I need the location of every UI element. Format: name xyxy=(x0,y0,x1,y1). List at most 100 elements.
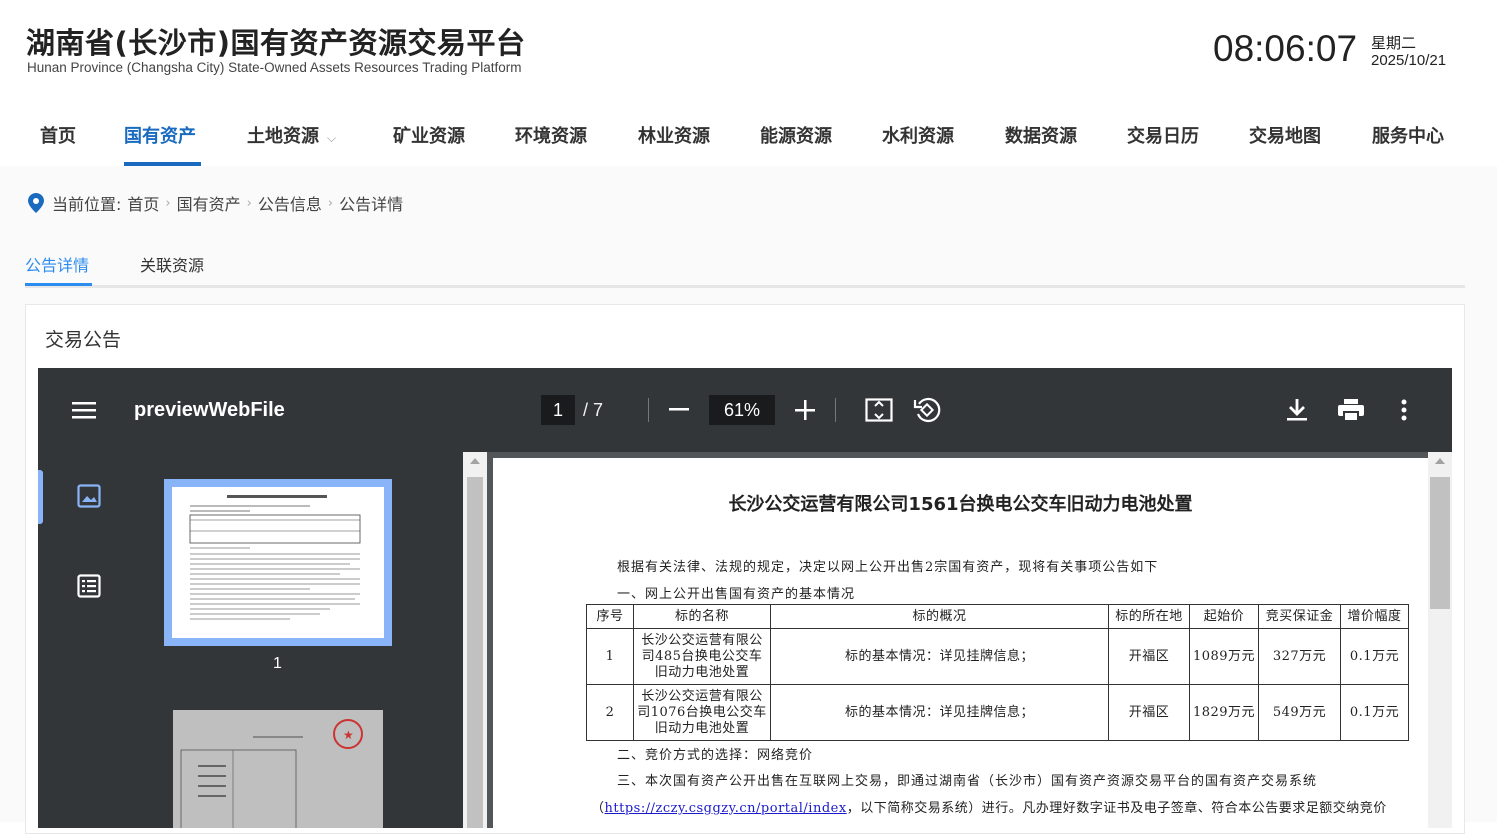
document-title: 长沙公交运营有限公司1561台换电公交车旧动力电池处置 xyxy=(728,494,1193,515)
nav-data[interactable]: 数据资源 xyxy=(1005,122,1077,148)
site-header: 湖南省(长沙市)国有资产资源交易平台 Hunan Province (Chang… xyxy=(0,0,1497,166)
sidebar-scrollbar[interactable] xyxy=(463,452,487,828)
file-name: previewWebFile xyxy=(134,399,285,421)
col-header: 增价幅度 xyxy=(1340,604,1409,629)
page-number-input[interactable]: 1 xyxy=(541,395,575,425)
col-header: 标的所在地 xyxy=(1108,604,1190,629)
cell-name: 长沙公交运营有限公司1076台换电公交车旧动力电池处置 xyxy=(633,684,771,741)
cell-index: 1 xyxy=(586,628,634,685)
cell-overview: 标的基本情况：详见挂牌信息； xyxy=(770,684,1109,741)
zoom-level-input[interactable]: 61% xyxy=(709,395,775,425)
nav-environment[interactable]: 环境资源 xyxy=(515,122,587,148)
nav-service[interactable]: 服务中心 xyxy=(1372,122,1444,148)
table-row: 2 长沙公交运营有限公司1076台换电公交车旧动力电池处置 标的基本情况：详见挂… xyxy=(586,684,1409,741)
doc-text: （ xyxy=(591,801,605,816)
cell-start-price: 1829万元 xyxy=(1189,684,1259,741)
cell-increment: 0.1万元 xyxy=(1340,628,1409,685)
cell-start-price: 1089万元 xyxy=(1189,628,1259,685)
card-title: 交易公告 xyxy=(45,329,122,351)
table-row: 1 长沙公交运营有限公司485台换电公交车旧动力电池处置 标的基本情况：详见挂牌… xyxy=(586,628,1409,685)
doc-line-4: （https://zczy.csggzy.cn/portal/index，以下简… xyxy=(591,797,1387,816)
thumbnail-page xyxy=(172,487,384,638)
date: 2025/10/21 xyxy=(1371,52,1447,69)
site-subtitle: Hunan Province (Changsha City) State-Own… xyxy=(27,60,522,75)
nav-land[interactable]: 土地资源 ⌵ xyxy=(247,122,336,148)
doc-text: ，以下简称交易系统）进行。凡办理好数字证书及电子签章、符合本公告要求足额交纳竞价 xyxy=(846,801,1387,816)
chevron-right-icon: › xyxy=(327,195,334,211)
doc-section-2: 二、竞价方式的选择：网络竞价 xyxy=(617,748,814,763)
detail-tabs: 公告详情 关联资源 xyxy=(25,250,1465,288)
thumbnail-content: ★ xyxy=(180,719,363,828)
breadcrumb-state-assets[interactable]: 国有资产 xyxy=(177,191,241,215)
chevron-right-icon: › xyxy=(246,195,252,211)
zoom-in-icon[interactable] xyxy=(794,399,816,421)
page-thumbnail-2[interactable]: ★ xyxy=(173,710,383,828)
clock: 08:06:07 xyxy=(1213,28,1358,69)
nav-energy[interactable]: 能源资源 xyxy=(760,122,832,148)
svg-text:★: ★ xyxy=(343,728,354,742)
pdf-toolbar: previewWebFile 1 / 7 61% xyxy=(38,368,1452,452)
scrollbar-thumb[interactable] xyxy=(467,477,483,828)
outline-view-icon[interactable] xyxy=(77,574,101,602)
asset-table: 序号 标的名称 标的概况 标的所在地 起始价 竞买保证金 增价幅度 1 长沙公交… xyxy=(586,604,1409,741)
col-header: 标的概况 xyxy=(770,604,1109,629)
nav-home[interactable]: 首页 xyxy=(40,122,76,148)
page-total: / 7 xyxy=(583,400,604,420)
fit-to-page-icon[interactable] xyxy=(864,397,894,423)
cell-name: 长沙公交运营有限公司485台换电公交车旧动力电池处置 xyxy=(633,628,771,685)
page-thumbnail-1[interactable] xyxy=(164,479,392,646)
print-icon[interactable] xyxy=(1336,397,1366,423)
chevron-right-icon: › xyxy=(165,195,171,211)
scroll-up-arrow-icon[interactable] xyxy=(1435,458,1445,464)
cell-deposit: 327万元 xyxy=(1258,628,1341,685)
scrollbar-thumb[interactable] xyxy=(1430,477,1450,609)
nav-state-assets[interactable]: 国有资产 xyxy=(124,122,196,148)
cell-location: 开福区 xyxy=(1108,684,1190,741)
tab-active-underline xyxy=(25,283,92,286)
cell-index: 2 xyxy=(586,684,634,741)
breadcrumb-notice-info[interactable]: 公告信息 xyxy=(258,191,322,215)
nav-water[interactable]: 水利资源 xyxy=(882,122,954,148)
pdf-page: 长沙公交运营有限公司1561台换电公交车旧动力电池处置 根据有关法律、法规的规定… xyxy=(493,458,1428,828)
site-title: 湖南省(长沙市)国有资产资源交易平台 xyxy=(26,26,526,60)
more-options-icon[interactable] xyxy=(1394,398,1414,422)
breadcrumb-notice-detail: 公告详情 xyxy=(339,195,404,214)
pdf-viewer: previewWebFile 1 / 7 61% 1 ★ 长沙公交运营有限公司1… xyxy=(38,368,1452,828)
scroll-up-arrow-icon[interactable] xyxy=(470,458,480,464)
thumbnail-content xyxy=(189,495,361,620)
nav-mining[interactable]: 矿业资源 xyxy=(393,122,465,148)
tab-notice-detail[interactable]: 公告详情 xyxy=(25,252,89,276)
cell-deposit: 549万元 xyxy=(1258,684,1341,741)
col-header: 序号 xyxy=(586,604,634,629)
col-header: 标的名称 xyxy=(633,604,771,629)
zoom-out-icon[interactable] xyxy=(668,398,690,422)
nav-forestry[interactable]: 林业资源 xyxy=(638,122,710,148)
doc-section-1: 一、网上公开出售国有资产的基本情况 xyxy=(617,587,856,602)
doc-intro: 根据有关法律、法规的规定，决定以网上公开出售2宗国有资产，现将有关事项公告如下 xyxy=(617,560,1159,575)
thumbnail-sidebar: 1 ★ xyxy=(38,452,487,828)
breadcrumb: 当前位置: 首页 › 国有资产 › 公告信息 › 公告详情 xyxy=(26,191,403,215)
download-icon[interactable] xyxy=(1285,397,1309,423)
thumbnail-view-icon[interactable] xyxy=(77,484,101,512)
cell-increment: 0.1万元 xyxy=(1340,684,1409,741)
table-header-row: 序号 标的名称 标的概况 标的所在地 起始价 竞买保证金 增价幅度 xyxy=(586,604,1409,629)
col-header: 竞买保证金 xyxy=(1258,604,1341,629)
platform-link[interactable]: https://zczy.csggzy.cn/portal/index xyxy=(605,801,847,816)
menu-icon[interactable] xyxy=(72,398,98,422)
weekday: 星期二 xyxy=(1371,34,1417,52)
tab-related-resources[interactable]: 关联资源 xyxy=(140,252,204,276)
divider xyxy=(835,398,836,422)
location-pin-icon xyxy=(28,193,44,213)
col-header: 起始价 xyxy=(1189,604,1259,629)
breadcrumb-home[interactable]: 首页 xyxy=(127,191,159,215)
document-scrollbar[interactable] xyxy=(1428,452,1452,828)
rotate-icon[interactable] xyxy=(912,396,942,424)
doc-section-3: 三、本次国有资产公开出售在互联网上交易，即通过湖南省（长沙市）国有资产资源交易平… xyxy=(617,774,1318,789)
divider xyxy=(648,398,649,422)
nav-map[interactable]: 交易地图 xyxy=(1249,122,1321,148)
main-nav: 首页 国有资产 土地资源 ⌵ 矿业资源 环境资源 林业资源 能源资源 水利资源 数… xyxy=(0,122,1497,166)
nav-calendar[interactable]: 交易日历 xyxy=(1127,122,1199,148)
sidebar-active-indicator xyxy=(38,470,43,524)
breadcrumb-label: 当前位置: xyxy=(52,195,122,214)
nav-land-label: 土地资源 xyxy=(247,126,319,147)
